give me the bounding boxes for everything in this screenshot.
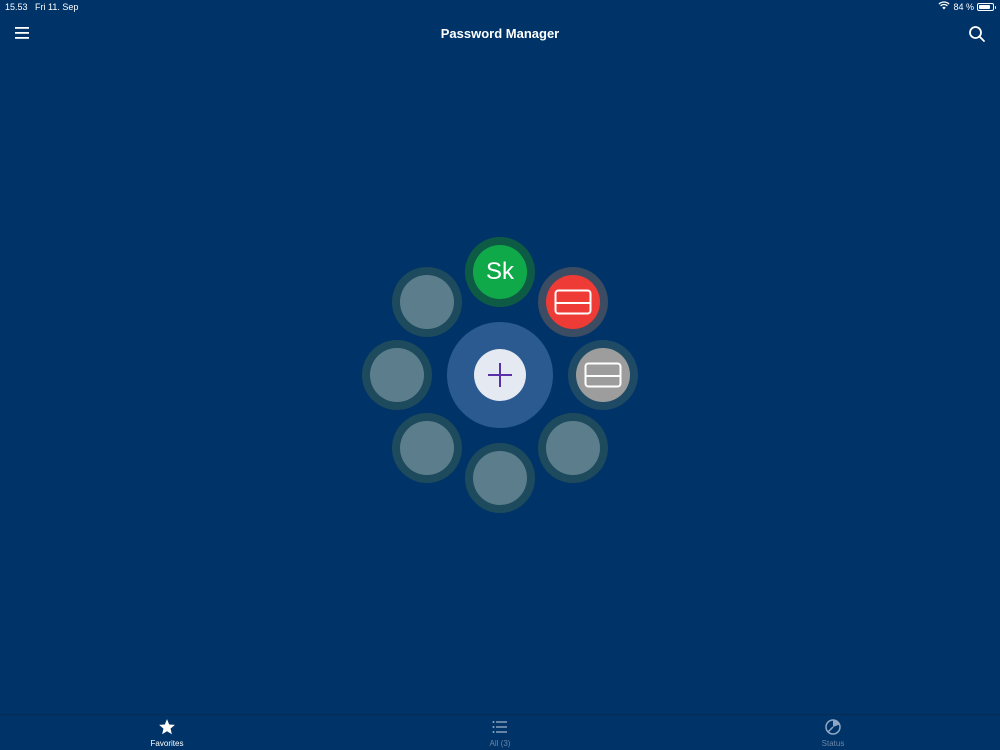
tab-label: Favorites — [150, 739, 184, 748]
tab-label: Status — [821, 739, 845, 748]
favorite-slot-sk[interactable]: Sk — [465, 237, 535, 307]
tab-favorites[interactable]: Favorites — [107, 718, 227, 748]
credit-card-icon — [584, 362, 622, 388]
star-icon — [159, 719, 175, 735]
favorite-slot-gray-card[interactable] — [568, 340, 638, 410]
tab-bar: Favorites All (3) Status — [0, 714, 1000, 750]
empty-favorite-slot[interactable] — [392, 413, 462, 483]
empty-favorite-slot[interactable] — [465, 443, 535, 513]
empty-favorite-slot[interactable] — [538, 413, 608, 483]
tab-all[interactable]: All (3) — [440, 718, 560, 748]
status-gauge-icon — [825, 719, 841, 735]
initials-avatar: Sk — [473, 245, 527, 299]
empty-favorite-slot[interactable] — [362, 340, 432, 410]
favorites-wheel: Sk — [0, 0, 1000, 750]
favorite-slot-red-card[interactable] — [538, 267, 608, 337]
add-item-button[interactable] — [474, 349, 526, 401]
tab-status[interactable]: Status — [773, 718, 893, 748]
plus-icon — [488, 363, 512, 387]
empty-favorite-slot[interactable] — [392, 267, 462, 337]
tab-label: All (3) — [489, 739, 511, 748]
list-icon — [492, 721, 507, 733]
credit-card-icon — [554, 289, 592, 315]
